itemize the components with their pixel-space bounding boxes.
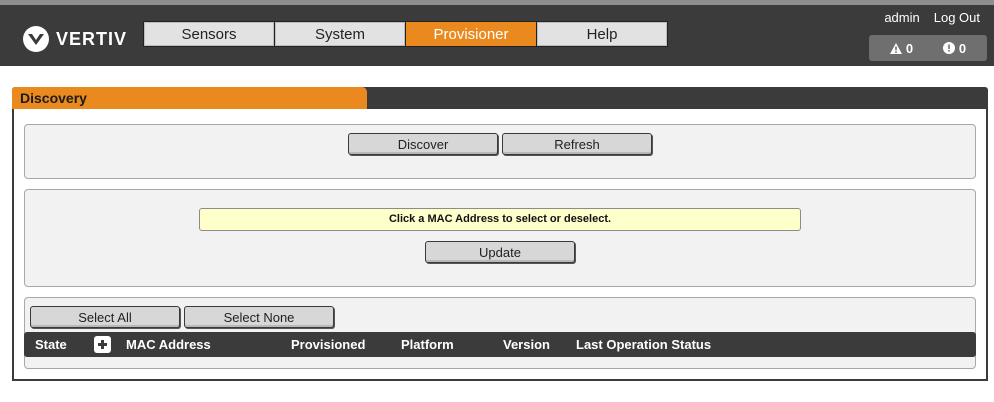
- main-nav: Sensors System Provisioner Help: [143, 21, 668, 47]
- expand-all-plus-icon[interactable]: [94, 336, 111, 353]
- logout-link[interactable]: Log Out: [934, 10, 980, 25]
- nav-sensors[interactable]: Sensors: [144, 22, 274, 46]
- warning-count: 0: [905, 40, 914, 56]
- update-button[interactable]: Update: [425, 241, 575, 263]
- critical-icon: [942, 42, 955, 54]
- instruction-message: Click a MAC Address to select or deselec…: [199, 208, 801, 231]
- nav-system[interactable]: System: [275, 22, 405, 46]
- panel-title: Discovery: [12, 87, 367, 109]
- discover-button[interactable]: Discover: [348, 133, 498, 155]
- col-version[interactable]: Version: [503, 332, 550, 357]
- update-section: [24, 189, 976, 287]
- col-state[interactable]: State: [35, 332, 67, 357]
- nav-help[interactable]: Help: [537, 22, 667, 46]
- discover-section: [24, 124, 976, 179]
- col-provisioned[interactable]: Provisioned: [291, 332, 365, 357]
- select-all-button[interactable]: Select All: [30, 306, 180, 328]
- col-mac-address[interactable]: MAC Address: [126, 332, 211, 357]
- vertiv-chevron-icon: [23, 26, 49, 52]
- col-platform[interactable]: Platform: [401, 332, 454, 357]
- brand-name: VERTIV: [56, 28, 128, 49]
- col-last-operation-status[interactable]: Last Operation Status: [576, 332, 711, 357]
- nav-provisioner[interactable]: Provisioner: [406, 22, 536, 46]
- top-bar: VERTIV Sensors System Provisioner Help a…: [0, 0, 994, 66]
- refresh-button[interactable]: Refresh: [502, 133, 652, 155]
- critical-count: 0: [958, 40, 967, 56]
- critical-alert[interactable]: 0: [942, 40, 967, 56]
- alert-summary: 0 0: [869, 35, 987, 61]
- vertiv-logo[interactable]: VERTIV: [22, 25, 127, 53]
- warning-alert[interactable]: 0: [889, 40, 914, 56]
- select-none-button[interactable]: Select None: [184, 306, 334, 328]
- username: admin: [884, 10, 920, 25]
- user-area: admin Log Out: [884, 10, 980, 25]
- warning-icon: [889, 42, 902, 54]
- device-table-header: State MAC Address Provisioned Platform V…: [24, 332, 976, 357]
